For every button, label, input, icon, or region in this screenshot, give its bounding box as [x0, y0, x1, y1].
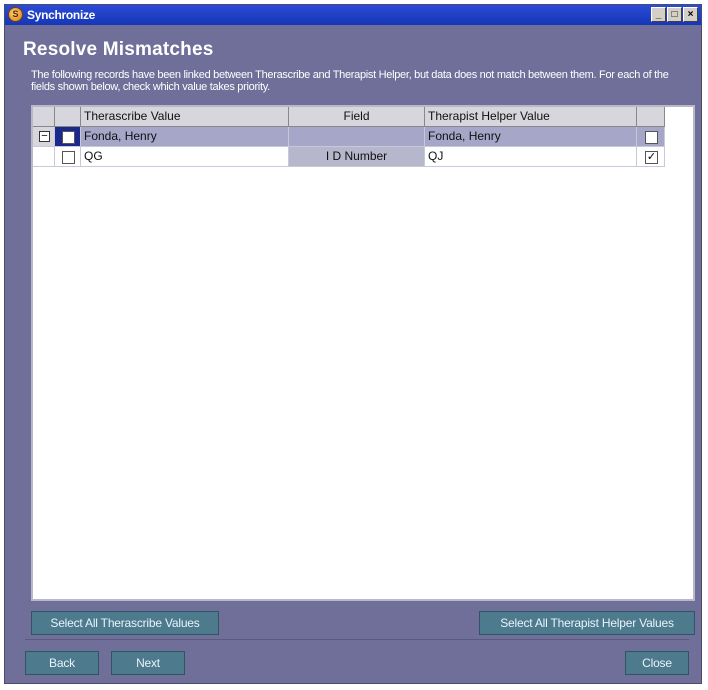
header-therascribe-value[interactable]: Therascribe Value: [81, 107, 289, 127]
header-therapist-helper-value[interactable]: Therapist Helper Value: [425, 107, 637, 127]
row2-helper-checkbox[interactable]: ✓: [645, 151, 658, 164]
back-button[interactable]: Back: [25, 651, 99, 675]
row2-indent-cell: [33, 147, 55, 167]
close-icon[interactable]: ×: [683, 7, 698, 22]
app-icon: S: [8, 7, 23, 22]
header-expander-column: [33, 107, 55, 127]
next-button[interactable]: Next: [111, 651, 185, 675]
header-helper-check-column: [637, 107, 665, 127]
button-divider: [25, 639, 689, 640]
window-title: Synchronize: [27, 8, 96, 22]
collapse-minus-icon[interactable]: −: [39, 131, 50, 142]
row1-therascribe-value[interactable]: Fonda, Henry: [81, 127, 289, 147]
title-bar[interactable]: S Synchronize _ □ ×: [5, 5, 701, 25]
close-button[interactable]: Close: [625, 651, 689, 675]
select-all-therascribe-button[interactable]: Select All Therascribe Values: [31, 611, 219, 635]
row1-field: [289, 127, 425, 147]
synchronize-window: S Synchronize _ □ × Resolve Mismatches T…: [4, 4, 702, 684]
minimize-icon[interactable]: _: [651, 7, 666, 22]
row1-therascribe-checkbox[interactable]: [62, 131, 75, 144]
mismatch-grid: Therascribe Value Field Therapist Helper…: [31, 105, 695, 601]
row2-helper-value[interactable]: QJ: [425, 147, 637, 167]
page-description: The following records have been linked b…: [31, 69, 669, 93]
row2-field: I D Number: [289, 147, 425, 167]
row1-helper-checkbox[interactable]: [645, 131, 658, 144]
header-field[interactable]: Field: [289, 107, 425, 127]
select-all-helper-button[interactable]: Select All Therapist Helper Values: [479, 611, 695, 635]
row1-helper-value[interactable]: Fonda, Henry: [425, 127, 637, 147]
maximize-icon[interactable]: □: [667, 7, 682, 22]
page-title: Resolve Mismatches: [23, 39, 214, 60]
row2-therascribe-value[interactable]: QG: [81, 147, 289, 167]
row2-therascribe-checkbox[interactable]: [62, 151, 75, 164]
header-therascribe-check-column: [55, 107, 81, 127]
